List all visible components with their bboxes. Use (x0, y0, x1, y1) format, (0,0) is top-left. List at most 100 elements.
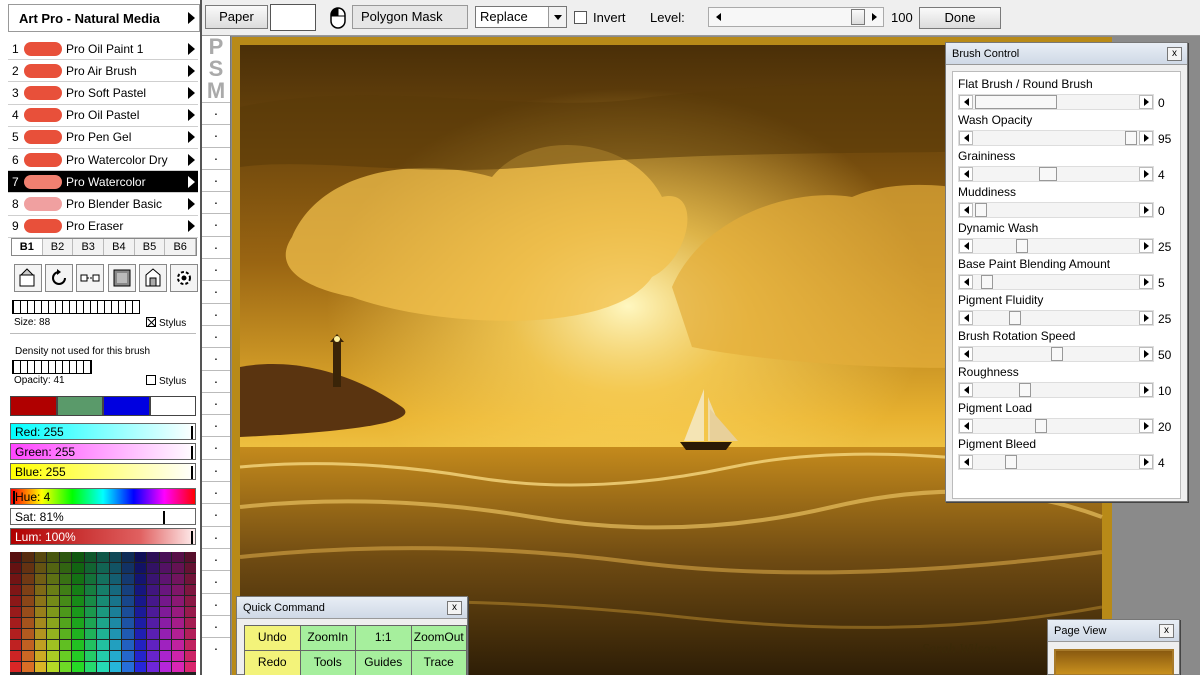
brush-item[interactable]: 2 Pro Air Brush (8, 60, 198, 83)
bank-tab[interactable]: B4 (104, 239, 135, 255)
palette-color-cell[interactable] (59, 640, 72, 650)
brush-submenu-arrow-icon[interactable] (188, 220, 195, 233)
palette-color-cell[interactable] (59, 596, 72, 606)
palette-color-cell[interactable] (134, 596, 147, 606)
slider-thumb[interactable] (851, 9, 865, 25)
slider-right-arrow-icon[interactable] (1139, 167, 1153, 181)
palette-color-cell[interactable] (159, 607, 172, 617)
bank-tab[interactable]: B2 (42, 239, 74, 255)
brush-item[interactable]: 1 Pro Oil Paint 1 (8, 38, 198, 61)
palette-color-cell[interactable] (84, 585, 97, 595)
palette-color-cell[interactable] (47, 574, 59, 584)
palette-color-cell[interactable] (172, 629, 184, 639)
texture-icon[interactable] (107, 264, 136, 292)
palette-color-cell[interactable] (147, 662, 159, 672)
palette-color-cell[interactable] (97, 552, 109, 562)
palette-color-cell[interactable] (184, 640, 196, 650)
slider-left-arrow-icon[interactable] (959, 311, 973, 325)
palette-color-cell[interactable] (109, 629, 122, 639)
palette-color-cell[interactable] (184, 563, 196, 573)
palette-color-cell[interactable] (184, 618, 196, 628)
slider-left-arrow-icon[interactable] (959, 95, 973, 109)
palette-color-cell[interactable] (34, 563, 47, 573)
settings-gear-icon[interactable] (169, 264, 198, 292)
palette-color-cell[interactable] (84, 651, 97, 661)
page-thumbnail[interactable] (1054, 649, 1174, 675)
slider-right-arrow-icon[interactable] (1139, 239, 1153, 253)
slider-thumb[interactable] (1051, 347, 1063, 361)
palette-color-cell[interactable] (47, 629, 59, 639)
palette-color-cell[interactable] (84, 596, 97, 606)
palette-color-cell[interactable] (172, 552, 184, 562)
palette-color-cell[interactable] (47, 607, 59, 617)
param-slider[interactable] (958, 454, 1154, 470)
param-slider[interactable] (958, 130, 1154, 146)
color-swatch[interactable] (149, 396, 196, 416)
psm-label-s[interactable]: S (202, 58, 230, 80)
slider-thumb[interactable] (1016, 239, 1028, 253)
brush-slot[interactable]: · (202, 369, 230, 392)
brush-slot[interactable]: · (202, 146, 230, 169)
size-stylus-checkbox[interactable]: Stylus (146, 317, 186, 329)
palette-color-cell[interactable] (122, 618, 134, 628)
redo-button[interactable]: Redo (245, 651, 300, 675)
palette-color-cell[interactable] (172, 651, 184, 661)
palette-color-cell[interactable] (109, 640, 122, 650)
link-brush-icon[interactable] (76, 264, 105, 292)
palette-color-cell[interactable] (47, 618, 59, 628)
color-swatch[interactable] (56, 396, 103, 416)
palette-color-cell[interactable] (147, 640, 159, 650)
done-button[interactable]: Done (919, 7, 1001, 29)
palette-color-cell[interactable] (47, 596, 59, 606)
slider-right-arrow-icon[interactable] (1139, 131, 1153, 145)
palette-color-cell[interactable] (109, 607, 122, 617)
brush-item[interactable]: 5 Pro Pen Gel (8, 127, 198, 149)
palette-color-cell[interactable] (97, 640, 109, 650)
palette-color-cell[interactable] (172, 596, 184, 606)
palette-color-cell[interactable] (184, 662, 196, 672)
palette-color-cell[interactable] (72, 629, 84, 639)
palette-color-cell[interactable] (22, 640, 34, 650)
green-slider[interactable]: Green: 255 (10, 443, 196, 460)
palette-color-cell[interactable] (97, 563, 109, 573)
palette-color-cell[interactable] (47, 640, 59, 650)
palette-color-cell[interactable] (122, 563, 134, 573)
psm-label-p[interactable]: P (202, 36, 230, 58)
palette-color-cell[interactable] (59, 585, 72, 595)
brush-slot[interactable]: · (202, 324, 230, 347)
trace-button[interactable]: Trace (411, 651, 466, 675)
slider-marker[interactable] (191, 446, 193, 459)
palette-color-cell[interactable] (59, 607, 72, 617)
param-slider[interactable] (958, 166, 1154, 182)
param-slider[interactable] (958, 418, 1154, 434)
palette-color-cell[interactable] (147, 651, 159, 661)
palette-color-cell[interactable] (84, 618, 97, 628)
slider-thumb[interactable] (975, 95, 1057, 109)
slider-left-arrow-icon[interactable] (959, 203, 973, 217)
close-icon[interactable]: x (447, 601, 462, 615)
palette-color-cell[interactable] (134, 640, 147, 650)
palette-color-cell[interactable] (47, 563, 59, 573)
close-icon[interactable]: x (1159, 624, 1174, 638)
slider-right-arrow-icon[interactable] (866, 9, 882, 25)
palette-color-cell[interactable] (159, 662, 172, 672)
brush-item[interactable]: 3 Pro Soft Pastel (8, 82, 198, 105)
expand-arrow-icon[interactable] (188, 12, 195, 24)
bank-tab[interactable]: B6 (165, 239, 197, 255)
actual-size-button[interactable]: 1:1 (356, 626, 411, 650)
palette-color-cell[interactable] (10, 662, 22, 672)
brush-submenu-arrow-icon[interactable] (188, 42, 195, 55)
brush-slot[interactable]: · (202, 302, 230, 325)
palette-color-cell[interactable] (109, 563, 122, 573)
brush-slot[interactable]: · (202, 235, 230, 258)
brush-submenu-arrow-icon[interactable] (188, 197, 195, 210)
palette-color-cell[interactable] (84, 629, 97, 639)
palette-color-cell[interactable] (72, 640, 84, 650)
slider-left-arrow-icon[interactable] (959, 275, 973, 289)
slider-left-arrow-icon[interactable] (959, 455, 973, 469)
palette-color-cell[interactable] (134, 651, 147, 661)
palette-color-cell[interactable] (172, 618, 184, 628)
brush-submenu-arrow-icon[interactable] (188, 131, 195, 144)
palette-color-cell[interactable] (134, 552, 147, 562)
size-slider[interactable] (12, 300, 140, 314)
